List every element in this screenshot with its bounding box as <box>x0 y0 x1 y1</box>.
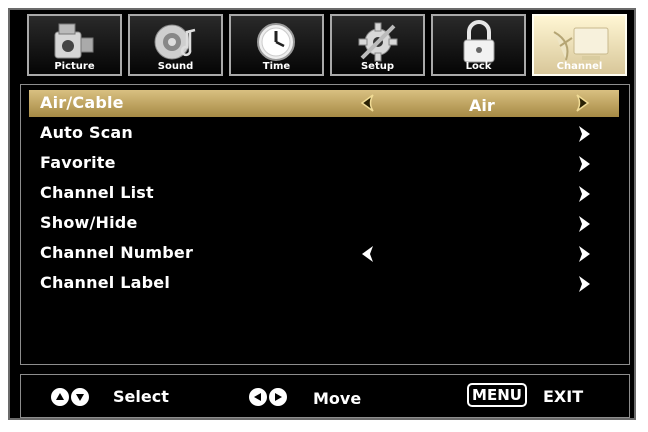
menu-item-channel-list[interactable]: Channel List <box>29 180 619 207</box>
tab-label: Sound <box>157 61 194 72</box>
menu-item-channel-number[interactable]: Channel Number <box>29 240 619 267</box>
tab-label: Lock <box>465 61 492 72</box>
help-bar: Select Move MENU EXIT <box>20 374 630 418</box>
menu-tab-bar: Picture Sound Time Setup Lock Channel <box>16 14 628 84</box>
menu-item-label: Favorite <box>40 153 116 172</box>
menu-item-favorite[interactable]: Favorite <box>29 150 619 177</box>
right-arrow-icon[interactable] <box>575 94 591 112</box>
clock-icon <box>257 23 295 61</box>
menu-item-label: Show/Hide <box>40 213 138 232</box>
tab-label: Channel <box>556 61 603 72</box>
gear-icon <box>358 22 398 62</box>
menu-item-label: Channel Number <box>40 243 194 262</box>
tab-sound[interactable]: Sound <box>128 14 223 76</box>
menu-item-channel-label[interactable]: Channel Label <box>29 270 619 297</box>
tab-picture[interactable]: Picture <box>27 14 122 76</box>
menu-item-auto-scan[interactable]: Auto Scan <box>29 120 619 147</box>
tab-label: Setup <box>360 61 395 72</box>
menu-item-label: Channel Label <box>40 273 170 292</box>
right-button-icon[interactable] <box>269 388 287 406</box>
chevron-right-icon <box>579 126 590 142</box>
tab-time[interactable]: Time <box>229 14 324 76</box>
camera-icon <box>54 23 94 59</box>
menu-key-button[interactable]: MENU <box>467 383 527 407</box>
down-button-icon[interactable] <box>71 388 89 406</box>
chevron-right-icon <box>579 276 590 292</box>
tab-label: Time <box>262 61 291 72</box>
menu-item-label: Channel List <box>40 183 154 202</box>
satellite-dish-icon <box>553 27 609 61</box>
menu-item-air-cable[interactable]: Air/Cable Air <box>29 90 619 117</box>
left-button-icon[interactable] <box>249 388 267 406</box>
menu-item-show-hide[interactable]: Show/Hide <box>29 210 619 237</box>
menu-item-label: Auto Scan <box>40 123 133 142</box>
select-hint: Select <box>113 387 169 406</box>
move-hint: Move <box>313 389 362 408</box>
lock-icon <box>463 20 495 63</box>
chevron-right-icon <box>579 216 590 232</box>
tab-setup[interactable]: Setup <box>330 14 425 76</box>
exit-hint: EXIT <box>543 387 584 406</box>
channel-menu-panel: Air/Cable Air Auto Scan Favorite Channel… <box>20 84 630 365</box>
tab-channel[interactable]: Channel <box>532 14 627 76</box>
chevron-left-icon[interactable] <box>361 245 375 263</box>
chevron-right-icon <box>579 186 590 202</box>
left-arrow-icon[interactable] <box>359 94 375 112</box>
chevron-right-icon[interactable] <box>577 245 591 263</box>
tab-label: Picture <box>54 61 95 72</box>
chevron-right-icon <box>579 156 590 172</box>
up-button-icon[interactable] <box>51 388 69 406</box>
air-cable-value: Air <box>469 96 495 115</box>
speaker-icon <box>154 24 196 60</box>
menu-item-label: Air/Cable <box>40 93 124 112</box>
tab-lock[interactable]: Lock <box>431 14 526 76</box>
